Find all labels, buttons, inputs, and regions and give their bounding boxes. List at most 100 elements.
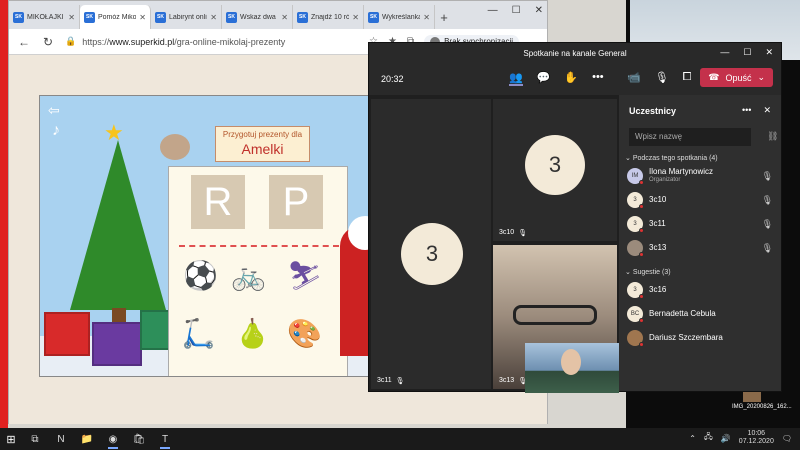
participant-name: 3c13	[649, 242, 667, 252]
close-icon[interactable]: ✕	[423, 13, 430, 22]
letter-slot[interactable]: R	[191, 175, 245, 229]
ball-icon[interactable]: ⚽	[183, 259, 218, 292]
leave-button[interactable]: ☎ Opuść ⌄	[700, 68, 773, 87]
teams-meeting-window: Spotkanie na kanale General — ☐ ✕ 20:32 …	[368, 42, 782, 393]
pear-icon[interactable]: 🍐	[235, 317, 270, 350]
skis-icon[interactable]: ⛷	[287, 259, 323, 292]
tab-labirynt[interactable]: SKLabirynt online✕	[151, 5, 222, 29]
tab-wykreslanka[interactable]: SK Wykreślanka ✕	[364, 5, 435, 29]
participant-row[interactable]: 3c13 🎙	[619, 236, 781, 260]
network-icon[interactable]: 🖧	[704, 431, 713, 445]
close-icon[interactable]: ✕	[352, 13, 359, 22]
close-icon[interactable]: ✕	[68, 13, 75, 22]
windows-start-icon[interactable]: ⊞	[0, 428, 22, 450]
more-icon[interactable]: •••	[742, 105, 751, 116]
minimize-icon[interactable]: —	[488, 5, 498, 16]
tab-label: Wykreślanka	[382, 13, 421, 21]
participant-name: 3c16	[649, 284, 667, 294]
teams-icon[interactable]: T	[152, 428, 178, 450]
participant-name: 3c10	[649, 194, 667, 204]
participant-tile[interactable]: 3 3c10 🎙	[493, 99, 617, 241]
microphone-off-icon[interactable]: 🎙	[762, 243, 773, 254]
participant-name: Ilona Martynowicz	[649, 167, 714, 177]
url-path: /gra-online-mikolaj-prezenty	[174, 36, 286, 47]
camera-icon[interactable]: 📹	[627, 71, 641, 84]
close-icon[interactable]: ✕	[765, 47, 773, 58]
tile-label: 3c10 🎙	[499, 229, 527, 237]
chevron-down-icon[interactable]: ⌄	[757, 72, 765, 83]
edge-browser-icon[interactable]: ◉	[100, 428, 126, 450]
participant-name: Bernadetta Cebula	[649, 308, 716, 318]
self-view-video[interactable]	[525, 343, 619, 393]
section-label: Podczas tego spotkania (4)	[632, 155, 718, 162]
section-suggestions[interactable]: ⌄ Sugestie (3)	[619, 260, 781, 278]
sign-instruction: Przygotuj prezenty dla	[222, 130, 303, 139]
tab-label: Labirynt online	[169, 13, 207, 21]
store-icon[interactable]: 🛍	[126, 428, 152, 450]
notifications-icon[interactable]: 🗨	[782, 434, 792, 443]
child-name: Amelki	[241, 141, 284, 157]
palette-icon[interactable]: 🎨	[287, 317, 322, 350]
suggestion-row[interactable]: Dariusz Szczembara	[619, 326, 781, 350]
notion-icon[interactable]: N	[48, 428, 74, 450]
close-icon[interactable]: ✕	[535, 5, 543, 16]
taskbar: ⊞ ⧉ N 📁 ◉ 🛍 T ⌃ 🖧 🔊 10:06 07.12.2020 🗨	[0, 428, 800, 450]
chevron-up-icon[interactable]: ⌃	[689, 434, 696, 443]
participant-tile[interactable]: 3 3c11 🎙	[371, 99, 491, 389]
meeting-toolbar: 20:32 👥 💬 ✋ ••• 📹 🎙 ⧠ ☎ Opuść ⌄	[369, 63, 781, 95]
url-prefix: https://	[82, 36, 110, 47]
share-screen-icon[interactable]: ⧠	[683, 71, 692, 84]
tab-pomoz-mikolajowi[interactable]: SKPomóż Mikołajowi✕	[80, 5, 151, 29]
letter-slot[interactable]: P	[269, 175, 323, 229]
favicon-icon: SK	[155, 11, 166, 23]
section-in-meeting[interactable]: ⌄ Podczas tego spotkania (4)	[619, 146, 781, 164]
tab-mikolajki[interactable]: SK MIKOŁAJKI ✕	[9, 5, 80, 29]
maximize-icon[interactable]: ☐	[512, 5, 521, 16]
suggestion-row[interactable]: 3 3c16	[619, 278, 781, 302]
avatar: 3	[401, 223, 463, 285]
exit-icon[interactable]: ⇦	[48, 102, 60, 119]
bicycle-icon[interactable]: 🚲	[231, 259, 266, 292]
more-icon[interactable]: •••	[592, 71, 604, 86]
panel-header: Uczestnicy ••• ✕	[619, 95, 781, 126]
desktop-file-label: IMG_20200826_162...	[732, 404, 792, 410]
participant-row[interactable]: 3 3c10 🎙	[619, 188, 781, 212]
tab-wskaz-dwa[interactable]: SK Wskaż dwa ✕	[222, 5, 293, 29]
close-icon[interactable]: ✕	[281, 13, 288, 22]
panel-title: Uczestnicy	[629, 105, 677, 116]
url-input[interactable]: 🔒 https://www.superkid.pl/gra-online-mik…	[65, 36, 359, 47]
volume-icon[interactable]: 🔊	[721, 434, 731, 443]
game-canvas[interactable]: ⇦ ♪ ★ Przygotuj prezenty dla Amelki R P …	[39, 95, 370, 377]
microphone-icon[interactable]: 🎙	[655, 71, 669, 84]
microphone-off-icon[interactable]: 🎙	[762, 219, 773, 230]
participant-row[interactable]: IM Ilona Martynowicz Organizator 🎙	[619, 164, 781, 188]
tile-label: 3c13 🎙	[499, 377, 527, 385]
section-label: Sugestie (3)	[632, 269, 671, 276]
file-explorer-icon[interactable]: 📁	[74, 428, 100, 450]
chat-icon[interactable]: 💬	[537, 71, 551, 86]
new-tab-button[interactable]: +	[435, 5, 453, 29]
task-view-icon[interactable]: ⧉	[22, 428, 48, 450]
close-icon[interactable]: ✕	[210, 13, 217, 22]
suggestion-row[interactable]: BC Bernadetta Cebula	[619, 302, 781, 326]
refresh-icon[interactable]: ↻	[41, 35, 55, 49]
tab-label: Wskaż dwa	[240, 13, 276, 21]
participant-search-input[interactable]: Wpisz nazwę	[629, 128, 751, 146]
participant-row[interactable]: 3 3c11 🎙	[619, 212, 781, 236]
microphone-icon[interactable]: 🎙	[762, 171, 773, 182]
tab-znajdz-roznice[interactable]: SKZnajdź 10 różnic✕	[293, 5, 364, 29]
back-icon[interactable]: ←	[17, 35, 31, 49]
link-icon[interactable]: ⛓	[767, 131, 778, 142]
minimize-icon[interactable]: —	[720, 47, 729, 58]
music-note-icon[interactable]: ♪	[52, 122, 60, 140]
maximize-icon[interactable]: ☐	[743, 47, 751, 58]
scooter-icon[interactable]: 🛴	[181, 317, 216, 350]
close-icon[interactable]: ✕	[139, 13, 146, 22]
raise-hand-icon[interactable]: ✋	[564, 71, 578, 86]
clock[interactable]: 10:06 07.12.2020	[739, 430, 774, 447]
microphone-off-icon[interactable]: 🎙	[762, 195, 773, 206]
tile-label: 3c11 🎙	[377, 377, 405, 385]
participants-icon[interactable]: 👥	[509, 71, 523, 86]
divider	[179, 245, 339, 247]
close-icon[interactable]: ✕	[763, 105, 771, 116]
